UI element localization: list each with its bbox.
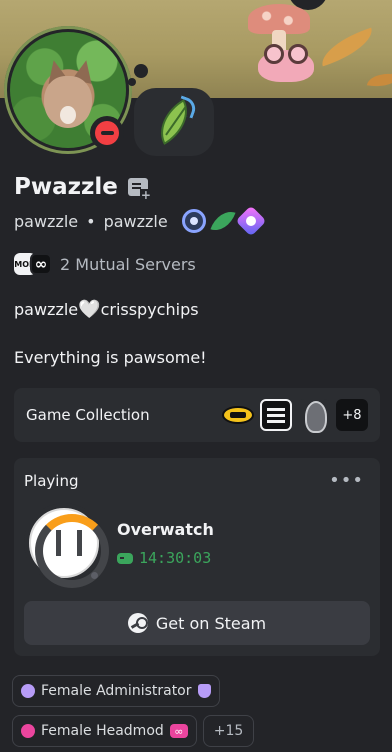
activity-status-dot bbox=[91, 572, 98, 579]
role-color-dot bbox=[21, 684, 35, 698]
more-options-icon[interactable]: ••• bbox=[329, 470, 364, 491]
role-name: Female Headmod bbox=[41, 723, 164, 739]
separator: • bbox=[86, 211, 96, 231]
pronouns: pawzzle bbox=[103, 211, 168, 231]
white-heart-icon: 🤍 bbox=[78, 299, 101, 320]
shield-icon bbox=[197, 684, 211, 698]
leaf-art bbox=[366, 69, 392, 91]
role-name: Female Administrator bbox=[41, 683, 192, 699]
elapsed-time: 14:30:03 bbox=[117, 549, 211, 567]
get-on-steam-label: Get on Steam bbox=[155, 613, 267, 633]
gamepad-icon bbox=[117, 552, 133, 564]
activity-card: Playing ••• Overwatch 14:30:03 Get on St… bbox=[14, 458, 380, 656]
game-name: Overwatch bbox=[117, 520, 214, 539]
mutual-servers-label: 2 Mutual Servers bbox=[60, 254, 196, 274]
steam-icon bbox=[127, 613, 148, 633]
nitro-badge-icon[interactable] bbox=[235, 205, 267, 237]
role-color-dot bbox=[21, 724, 35, 738]
game-collection[interactable]: Game Collection +8 bbox=[14, 388, 380, 442]
frog-art bbox=[258, 44, 314, 82]
add-note-icon[interactable] bbox=[127, 178, 152, 201]
name-row: Pwazzle bbox=[14, 174, 152, 201]
username[interactable]: pawzzle bbox=[14, 212, 78, 231]
role-pill[interactable]: Female Administrator bbox=[12, 675, 220, 707]
leaf-art bbox=[316, 27, 378, 67]
infinity-icon: ∞ bbox=[169, 724, 188, 738]
username-row: pawzzle • pawzzle bbox=[14, 205, 267, 237]
display-name: Pwazzle bbox=[14, 174, 118, 200]
leaf-badge-icon[interactable] bbox=[210, 206, 236, 236]
about-text-left: pawzzle bbox=[14, 300, 79, 319]
bio: Everything is pawsome! bbox=[14, 348, 207, 367]
about-line: pawzzle🤍crisspychips bbox=[14, 299, 199, 320]
thought-bubble-dot bbox=[128, 78, 136, 86]
about-text-right: crisspychips bbox=[100, 300, 199, 319]
batman-icon[interactable] bbox=[222, 399, 254, 431]
thought-bubble-dot bbox=[134, 64, 148, 78]
overwatch-icon[interactable] bbox=[24, 503, 109, 588]
game-collection-label: Game Collection bbox=[26, 406, 150, 424]
get-on-steam-button[interactable]: Get on Steam bbox=[24, 601, 370, 645]
hypesquad-badge-icon[interactable] bbox=[181, 209, 206, 233]
roles-list: Female Administrator Female Headmod ∞ +1… bbox=[12, 675, 255, 752]
game-icons: +8 bbox=[222, 399, 368, 433]
more-games-badge[interactable]: +8 bbox=[336, 399, 368, 431]
activity-title: Playing bbox=[24, 472, 79, 490]
grid-game-icon[interactable] bbox=[260, 399, 292, 431]
more-roles-button[interactable]: +15 bbox=[202, 715, 255, 747]
mutual-servers[interactable]: MOD ∞ 2 Mutual Servers bbox=[14, 253, 196, 275]
server-icon: ∞ bbox=[30, 253, 52, 275]
dnd-status-icon bbox=[90, 116, 124, 150]
badge-list bbox=[181, 205, 267, 237]
skyrim-icon[interactable] bbox=[298, 399, 330, 433]
role-pill[interactable]: Female Headmod ∞ bbox=[12, 715, 197, 747]
custom-status-bubble[interactable] bbox=[134, 88, 214, 156]
elapsed-time-value: 14:30:03 bbox=[139, 549, 212, 567]
